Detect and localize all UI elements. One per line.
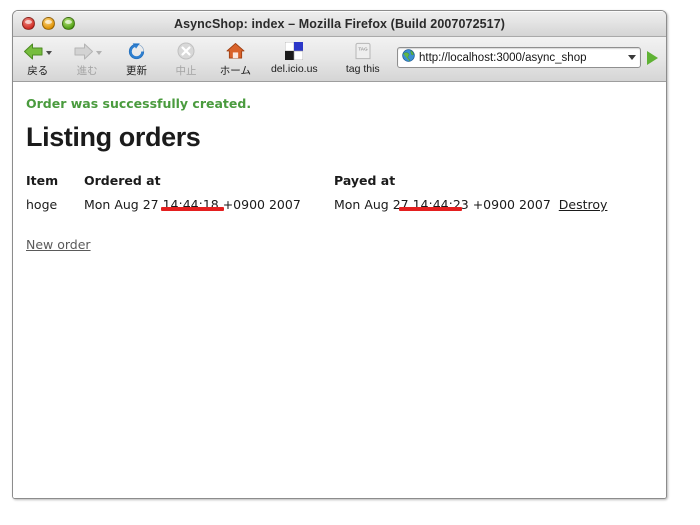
reload-button-label: 更新 xyxy=(126,65,148,77)
tag-this-button[interactable]: TAG tag this xyxy=(329,40,397,75)
column-header-item: Item xyxy=(26,173,59,188)
delicious-icon xyxy=(285,40,304,62)
home-button[interactable]: ホーム xyxy=(211,40,260,78)
home-button-label: ホーム xyxy=(219,65,251,77)
browser-window: AsyncShop: index – Mozilla Firefox (Buil… xyxy=(12,10,667,499)
orders-table: Item Ordered at Payed at hoge Mon Aug 27… xyxy=(26,173,607,214)
back-arrow-icon xyxy=(23,40,53,62)
column-header-actions xyxy=(559,173,608,197)
flash-notice: Order was successfully created. xyxy=(26,96,252,111)
destroy-link[interactable]: Destroy xyxy=(559,197,608,212)
forward-button-label: 進む xyxy=(76,65,98,77)
urlbar-area: http://localhost:3000/async_shop xyxy=(396,40,666,68)
table-header-row: Item Ordered at Payed at xyxy=(26,173,607,197)
reload-icon xyxy=(127,40,146,62)
reload-button[interactable]: 更新 xyxy=(112,40,161,78)
window-controls xyxy=(22,17,75,30)
window-title: AsyncShop: index – Mozilla Firefox (Buil… xyxy=(173,16,506,31)
tag-this-button-label: tag this xyxy=(345,63,380,75)
url-text: http://localhost:3000/async_shop xyxy=(418,51,587,64)
close-button[interactable] xyxy=(22,17,35,30)
zoom-button[interactable] xyxy=(62,17,75,30)
delicious-button[interactable]: del.icio.us xyxy=(260,40,328,75)
stop-icon xyxy=(177,40,195,62)
page-content: Order was successfully created. Listing … xyxy=(13,82,666,498)
tag-icon: TAG xyxy=(354,40,372,62)
column-header-ordered-at: Ordered at xyxy=(84,173,161,188)
back-button-label: 戻る xyxy=(27,65,49,77)
stop-button-label: 中止 xyxy=(175,65,197,77)
screenshot-root: AsyncShop: index – Mozilla Firefox (Buil… xyxy=(0,0,700,525)
svg-text:TAG: TAG xyxy=(358,46,368,51)
column-header-payed-at: Payed at xyxy=(334,173,396,188)
cell-payed-at: Mon Aug 27 14:44:23 +0900 2007 xyxy=(334,197,551,212)
browser-toolbar: 戻る 進む 更新 中止 ホーム del.icio.us TAG tag this… xyxy=(13,37,666,82)
go-arrow-icon[interactable] xyxy=(646,50,658,65)
new-order-link[interactable]: New order xyxy=(26,237,91,252)
cell-item: hoge xyxy=(26,197,58,212)
page-title: Listing orders xyxy=(26,122,201,152)
forward-button[interactable]: 進む xyxy=(62,40,111,78)
window-titlebar: AsyncShop: index – Mozilla Firefox (Buil… xyxy=(13,11,666,37)
stop-button[interactable]: 中止 xyxy=(161,40,210,78)
address-bar[interactable]: http://localhost:3000/async_shop xyxy=(396,47,641,68)
cell-ordered-at: Mon Aug 27 14:44:18 +0900 2007 xyxy=(84,197,301,212)
table-row: hoge Mon Aug 27 14:44:18 +0900 2007 Mon … xyxy=(26,197,607,214)
new-order-wrapper: New order xyxy=(26,236,666,254)
back-button[interactable]: 戻る xyxy=(13,40,62,78)
annotation-underline-ordered-time xyxy=(161,207,224,211)
forward-arrow-icon xyxy=(73,40,102,62)
globe-icon xyxy=(402,48,415,67)
home-icon xyxy=(226,40,245,62)
delicious-button-label: del.icio.us xyxy=(270,63,318,75)
cell-actions: Destroy xyxy=(559,197,608,214)
annotation-underline-payed-time xyxy=(399,207,462,211)
chevron-down-icon[interactable] xyxy=(627,55,636,60)
minimize-button[interactable] xyxy=(42,17,55,30)
